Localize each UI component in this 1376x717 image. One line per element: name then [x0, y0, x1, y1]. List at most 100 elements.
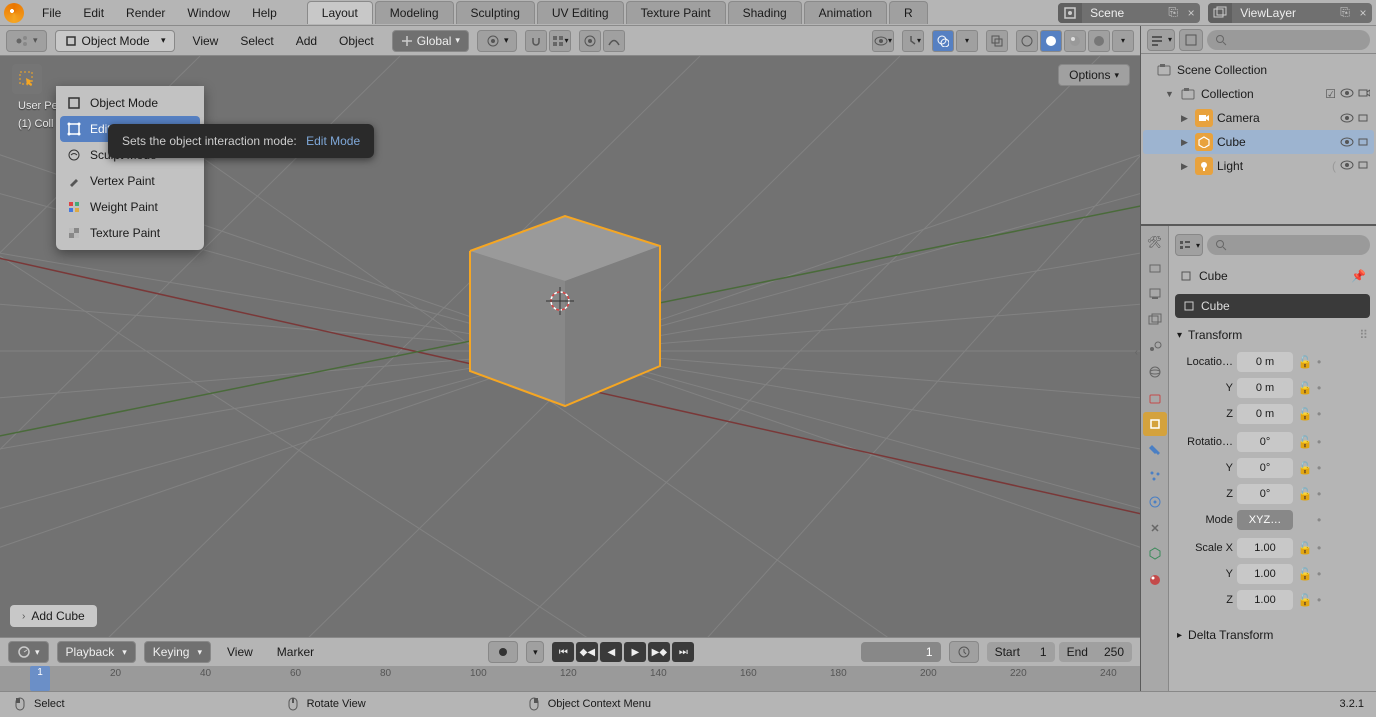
snap-type-dropdown[interactable]: ▾: [549, 30, 571, 52]
location-x-field[interactable]: 0 m: [1237, 352, 1293, 372]
frame-sync-icon[interactable]: [949, 641, 979, 663]
playback-dropdown[interactable]: Playback▾: [57, 641, 136, 663]
rotation-z-field[interactable]: 0°: [1237, 484, 1293, 504]
menu-select[interactable]: Select: [230, 30, 283, 52]
menu-edit[interactable]: Edit: [73, 2, 114, 24]
lock-icon[interactable]: 🔓: [1297, 435, 1313, 449]
prop-tab-constraints[interactable]: [1143, 516, 1167, 540]
shading-wireframe[interactable]: [1016, 30, 1038, 52]
proportional-toggle[interactable]: [579, 30, 601, 52]
tab-layout[interactable]: Layout: [307, 1, 373, 24]
outliner-display-mode[interactable]: ▾: [1147, 29, 1175, 51]
tree-row-camera[interactable]: ▶ Camera: [1143, 106, 1374, 130]
auto-keying-toggle[interactable]: [488, 641, 518, 663]
prop-tab-world[interactable]: [1143, 360, 1167, 384]
prop-tab-modifiers[interactable]: [1143, 438, 1167, 462]
prop-tab-viewlayer[interactable]: [1143, 308, 1167, 332]
current-frame-field[interactable]: 1: [861, 642, 941, 662]
lock-icon[interactable]: 🔓: [1297, 407, 1313, 421]
eye-icon[interactable]: [1340, 87, 1354, 101]
prop-tab-material[interactable]: [1143, 568, 1167, 592]
rotation-y-field[interactable]: 0°: [1237, 458, 1293, 478]
xray-toggle[interactable]: [986, 30, 1008, 52]
cube-object[interactable]: [455, 196, 685, 436]
menu-object[interactable]: Object: [329, 30, 384, 52]
rotation-x-field[interactable]: 0°: [1237, 432, 1293, 452]
disclosure-triangle-icon[interactable]: ▼: [1165, 89, 1175, 99]
transform-orientation-dropdown[interactable]: Global ▾: [392, 30, 469, 52]
camera-icon[interactable]: [1358, 136, 1370, 148]
tab-sculpting[interactable]: Sculpting: [456, 1, 535, 24]
camera-icon[interactable]: [1358, 87, 1370, 101]
eye-icon[interactable]: [1340, 159, 1354, 173]
select-box-tool[interactable]: [12, 64, 42, 94]
tab-uv-editing[interactable]: UV Editing: [537, 1, 624, 24]
scene-close-icon[interactable]: ×: [1182, 3, 1200, 23]
object-name-field[interactable]: Cube: [1175, 294, 1370, 318]
checkbox-icon[interactable]: ☑: [1325, 87, 1336, 101]
mode-item-weight-paint[interactable]: Weight Paint: [60, 194, 200, 220]
3d-viewport[interactable]: Options ▾ User Pe (1) Coll › Add Cube Ob…: [0, 56, 1140, 637]
viewlayer-close-icon[interactable]: ×: [1354, 3, 1372, 23]
outliner-search[interactable]: [1207, 30, 1370, 50]
tree-row-collection[interactable]: ▼ Collection ☑: [1143, 82, 1374, 106]
pivot-point-dropdown[interactable]: ▾: [477, 30, 518, 52]
lock-icon[interactable]: 🔓: [1297, 487, 1313, 501]
camera-icon[interactable]: [1358, 159, 1370, 173]
disclosure-triangle-icon[interactable]: ▶: [1181, 137, 1191, 148]
tree-row-light[interactable]: ▶ Light (: [1143, 154, 1374, 178]
prev-keyframe-button[interactable]: ◆◀: [576, 642, 598, 662]
timeline-playhead[interactable]: 1: [30, 666, 50, 691]
eye-icon[interactable]: [1340, 112, 1354, 124]
snap-toggle[interactable]: [525, 30, 547, 52]
timeline-menu-marker[interactable]: Marker: [269, 645, 322, 659]
menu-window[interactable]: Window: [177, 2, 240, 24]
menu-render[interactable]: Render: [116, 2, 175, 24]
start-frame-field[interactable]: Start1: [987, 642, 1055, 662]
location-y-field[interactable]: 0 m: [1237, 378, 1293, 398]
scale-z-field[interactable]: 1.00: [1237, 590, 1293, 610]
panel-options-icon[interactable]: ⠿: [1359, 328, 1368, 342]
prop-tab-tool[interactable]: 🛠: [1143, 230, 1167, 254]
tab-modeling[interactable]: Modeling: [375, 1, 454, 24]
next-keyframe-button[interactable]: ▶◆: [648, 642, 670, 662]
prop-tab-scene[interactable]: [1143, 334, 1167, 358]
menu-view[interactable]: View: [183, 30, 229, 52]
camera-icon[interactable]: [1358, 112, 1370, 124]
delta-transform-panel-header[interactable]: ▸ Delta Transform: [1175, 624, 1370, 646]
tab-animation[interactable]: Animation: [804, 1, 887, 24]
shading-rendered[interactable]: [1088, 30, 1110, 52]
lock-icon[interactable]: 🔓: [1297, 355, 1313, 369]
properties-search[interactable]: [1207, 235, 1370, 255]
viewlayer-new-icon[interactable]: ⎘: [1336, 3, 1354, 23]
eye-icon[interactable]: [1340, 136, 1354, 148]
tree-row-scene-collection[interactable]: Scene Collection: [1143, 58, 1374, 82]
lock-icon[interactable]: 🔓: [1297, 593, 1313, 607]
shading-solid[interactable]: [1040, 30, 1062, 52]
tab-more[interactable]: R: [889, 1, 928, 24]
rotation-mode-dropdown[interactable]: XYZ…: [1237, 510, 1293, 530]
overlays-dropdown[interactable]: ▾: [956, 30, 978, 52]
mode-item-object[interactable]: Object Mode: [60, 90, 200, 116]
location-z-field[interactable]: 0 m: [1237, 404, 1293, 424]
scene-new-icon[interactable]: ⎘: [1164, 3, 1182, 23]
gizmo-toggle[interactable]: ▾: [902, 30, 924, 52]
prop-tab-physics[interactable]: [1143, 490, 1167, 514]
last-operator-panel[interactable]: › Add Cube: [10, 605, 97, 627]
shading-material[interactable]: [1064, 30, 1086, 52]
interaction-mode-dropdown[interactable]: Object Mode ▾: [55, 30, 175, 52]
play-button[interactable]: ▶: [624, 642, 646, 662]
mode-item-vertex-paint[interactable]: Vertex Paint: [60, 168, 200, 194]
prop-tab-data[interactable]: [1143, 542, 1167, 566]
transform-panel-header[interactable]: ▾ Transform ⠿: [1175, 324, 1370, 346]
pin-icon[interactable]: 📌: [1351, 269, 1366, 283]
outliner-view-mode[interactable]: [1179, 29, 1203, 51]
timeline-menu-view[interactable]: View: [219, 645, 261, 659]
lock-icon[interactable]: 🔓: [1297, 567, 1313, 581]
play-reverse-button[interactable]: ◀: [600, 642, 622, 662]
disclosure-triangle-icon[interactable]: ▶: [1181, 161, 1191, 172]
viewport-split-handle[interactable]: ‹: [1135, 347, 1138, 358]
tab-texture-paint[interactable]: Texture Paint: [626, 1, 726, 24]
mode-item-texture-paint[interactable]: Texture Paint: [60, 220, 200, 246]
menu-help[interactable]: Help: [242, 2, 287, 24]
